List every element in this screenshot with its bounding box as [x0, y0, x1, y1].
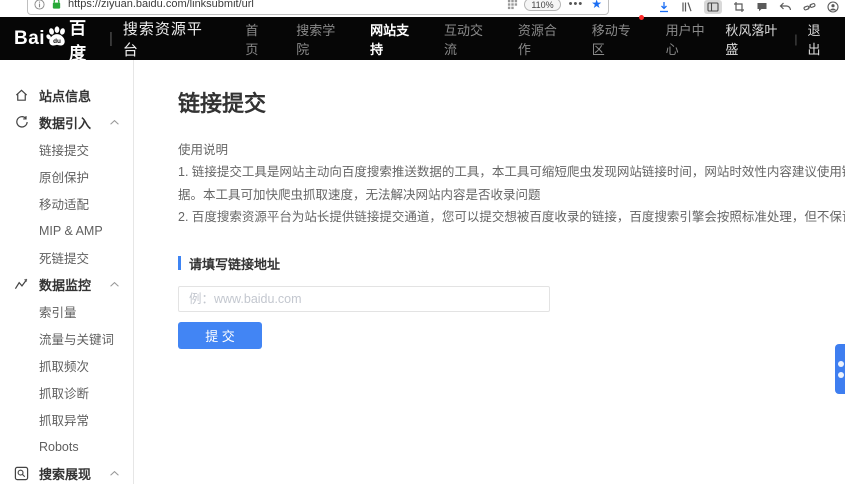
sidebar-group-label: 数据监控	[39, 275, 91, 294]
feedback-glyph-icon	[838, 372, 844, 378]
nav-item-mobile-zone[interactable]: 移动专区	[578, 20, 652, 58]
instruction-line: 2. 百度搜索资源平台为站长提供链接提交通道，您可以提交想被百度收录的链接，百度…	[178, 206, 845, 229]
instructions-text: 1. 链接提交工具是网站主动向百度搜索推送数据的工具，本工具可缩短爬虫发现网站链…	[178, 161, 845, 229]
navbar-user-area: 秋风落叶盛 | 退出	[725, 20, 831, 58]
sidebar-group-data-import[interactable]: 数据引入	[0, 109, 133, 136]
data-import-icon	[12, 115, 30, 130]
address-bar[interactable]: https://ziyuan.baidu.com/linksubmit/url …	[27, 0, 609, 15]
svg-text:du: du	[53, 37, 61, 44]
sidebar-item-mobile-adaptation[interactable]: 移动适配	[0, 190, 133, 217]
logout-button[interactable]: 退出	[807, 20, 831, 58]
sidebar-item-site-info[interactable]: 站点信息	[0, 82, 133, 109]
sidebar-group-label: 站点信息	[39, 86, 91, 105]
nav-item-academy[interactable]: 搜索学院	[282, 20, 356, 58]
feedback-glyph-icon	[838, 361, 844, 367]
accent-bar	[178, 256, 181, 270]
nav-item-site-support[interactable]: 网站支持	[356, 20, 430, 58]
feedback-bubble-icon[interactable]	[756, 0, 768, 14]
nav-item-interaction[interactable]: 互动交流	[430, 20, 504, 58]
sidebar-item-mip-amp[interactable]: MIP & AMP	[0, 217, 133, 244]
sidebar-group-label: 数据引入	[39, 113, 91, 132]
bookmark-star-icon[interactable]: ★	[591, 0, 602, 10]
page-info-icon[interactable]	[34, 0, 45, 10]
logo-text-baidu-cn: 百度	[69, 14, 99, 64]
new-badge-dot	[639, 15, 644, 20]
sidebar: 站点信息 数据引入 链接提交 原创保护 移动适配 MIP & AMP 死链提交 …	[0, 60, 134, 484]
nav-item-mobile-zone-label: 移动专区	[592, 23, 631, 57]
baidu-paw-icon: du	[46, 26, 68, 46]
search-display-icon	[12, 466, 30, 481]
extension-grid-icon[interactable]	[507, 0, 518, 10]
library-icon[interactable]	[681, 0, 693, 14]
nav-item-cooperation[interactable]: 资源合作	[504, 20, 578, 58]
undo-arrow-icon[interactable]	[779, 0, 792, 14]
sidebar-group-label: 搜索展现	[39, 464, 91, 483]
nav-item-home[interactable]: 首页	[231, 20, 282, 58]
home-icon	[12, 88, 30, 103]
logo-text-bai: Bai	[14, 28, 45, 50]
chevron-up-icon[interactable]	[109, 281, 120, 288]
instructions-heading: 使用说明	[178, 139, 845, 158]
url-text[interactable]: https://ziyuan.baidu.com/linksubmit/url	[68, 0, 507, 10]
sidebar-group-search-display[interactable]: 搜索展现	[0, 460, 133, 484]
top-navbar: Bai du 百度 | 搜索资源平台 首页 搜索学院 网站支持 互动交流 资源合…	[0, 17, 845, 60]
browser-toolbar: https://ziyuan.baidu.com/linksubmit/url …	[0, 0, 845, 17]
ssl-lock-icon[interactable]	[51, 0, 62, 10]
logo-separator: |	[109, 30, 113, 47]
instruction-line: 1. 链接提交工具是网站主动向百度搜索推送数据的工具，本工具可缩短爬虫发现网站链…	[178, 161, 845, 184]
sidebar-item-robots[interactable]: Robots	[0, 433, 133, 460]
sidebar-item-traffic-keywords[interactable]: 流量与关键词	[0, 325, 133, 352]
zoom-level-badge[interactable]: 110%	[524, 0, 560, 11]
link-icon[interactable]	[803, 0, 816, 14]
link-url-input[interactable]	[178, 286, 550, 312]
download-icon[interactable]	[658, 0, 670, 14]
sidebar-item-crawl-frequency[interactable]: 抓取频次	[0, 352, 133, 379]
screenshot-crop-icon[interactable]	[733, 0, 745, 14]
sidebar-item-original-protection[interactable]: 原创保护	[0, 163, 133, 190]
form-label: 请填写链接地址	[189, 254, 280, 273]
sidebar-group-data-monitor[interactable]: 数据监控	[0, 271, 133, 298]
sidebar-item-index-volume[interactable]: 索引量	[0, 298, 133, 325]
toolbar-icon-cluster	[658, 0, 839, 14]
data-monitor-icon	[12, 277, 30, 292]
form-section-header: 请填写链接地址	[178, 254, 845, 273]
sidebar-item-crawl-exception[interactable]: 抓取异常	[0, 406, 133, 433]
page-title: 链接提交	[178, 86, 845, 118]
baidu-logo[interactable]: Bai du 百度 | 搜索资源平台	[14, 14, 207, 64]
sidebar-item-crawl-diagnosis[interactable]: 抓取诊断	[0, 379, 133, 406]
main-content: 链接提交 使用说明 1. 链接提交工具是网站主动向百度搜索推送数据的工具，本工具…	[134, 60, 845, 484]
platform-name: 搜索资源平台	[123, 18, 207, 60]
submit-button[interactable]: 提 交	[178, 322, 262, 349]
profile-icon[interactable]	[827, 0, 839, 14]
chevron-up-icon[interactable]	[109, 470, 120, 477]
username[interactable]: 秋风落叶盛	[725, 20, 784, 58]
page-layout: 站点信息 数据引入 链接提交 原创保护 移动适配 MIP & AMP 死链提交 …	[0, 60, 845, 484]
sidebar-item-dead-link-submit[interactable]: 死链提交	[0, 244, 133, 271]
page-actions-icon[interactable]: •••	[569, 0, 584, 10]
instruction-line: 据。本工具可加快爬虫抓取速度，无法解决网站内容是否收录问题	[178, 184, 845, 207]
nav-menu: 首页 搜索学院 网站支持 互动交流 资源合作 移动专区 用户中心	[231, 20, 725, 58]
user-separator: |	[794, 32, 797, 46]
sidebar-item-link-submit[interactable]: 链接提交	[0, 136, 133, 163]
sidebar-toggle-icon[interactable]	[704, 0, 722, 14]
chevron-up-icon[interactable]	[109, 119, 120, 126]
nav-item-user-center[interactable]: 用户中心	[652, 20, 726, 58]
feedback-floating-tab[interactable]	[835, 344, 845, 394]
